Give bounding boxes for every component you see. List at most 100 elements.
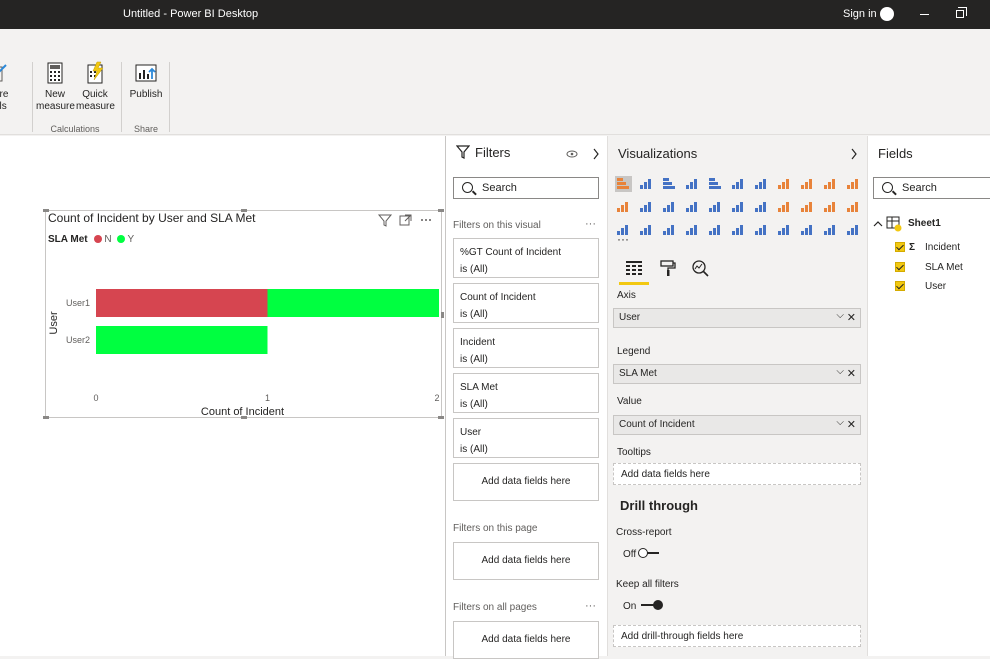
add-all-pages-filter-dropzone[interactable]: Add data fields here — [453, 621, 599, 659]
more-visuals-icon[interactable]: ··· — [617, 232, 629, 246]
visual-type-icon[interactable] — [686, 179, 697, 189]
visual-type-icon[interactable] — [732, 225, 743, 235]
active-tab-indicator — [619, 282, 649, 285]
visual-type-icon[interactable] — [732, 202, 743, 212]
fields-pane: Fields Search Sheet1 Σ Incident SLA Met … — [867, 136, 990, 656]
collapse-filters-icon[interactable] — [592, 148, 600, 160]
visual-type-icon[interactable] — [640, 202, 651, 212]
chevron-down-icon[interactable]: ⌵ — [836, 417, 844, 428]
visual-type-icon[interactable] — [824, 179, 835, 189]
visual-type-icon[interactable] — [847, 225, 858, 235]
restore-icon[interactable] — [956, 7, 967, 18]
visual-type-icon[interactable] — [801, 179, 812, 189]
visual-type-icon[interactable] — [778, 179, 789, 189]
visual-type-icon[interactable] — [778, 225, 789, 235]
visual-type-icon[interactable] — [801, 202, 812, 212]
visual-type-icon[interactable] — [755, 179, 766, 189]
filters-on-visual-label: Filters on this visual — [453, 220, 541, 231]
field-name[interactable]: User — [925, 281, 946, 292]
visual-type-icon[interactable] — [640, 225, 651, 235]
field-checkbox[interactable] — [895, 262, 905, 272]
format-paint-roller-icon[interactable] — [659, 259, 677, 277]
field-checkbox[interactable] — [895, 281, 905, 291]
visual-type-icon[interactable] — [847, 179, 858, 189]
axis-field-pill[interactable]: User ⌵ ✕ — [613, 308, 861, 328]
ribbon-separator — [169, 62, 170, 132]
more-visuals-label-2: als — [0, 101, 7, 112]
visual-type-icon[interactable] — [824, 202, 835, 212]
drill-through-dropzone[interactable]: Add drill-through fields here — [613, 625, 861, 647]
filters-title: Filters — [475, 145, 511, 160]
visual-type-icon[interactable] — [709, 225, 720, 235]
minimize-icon[interactable] — [920, 14, 929, 15]
publish-button[interactable]: Publish — [127, 61, 165, 101]
new-measure-button[interactable]: New measure — [36, 61, 75, 113]
filter-card[interactable]: Incident is (All) — [453, 328, 599, 368]
resize-handle[interactable] — [441, 312, 444, 318]
more-visuals-button[interactable]: ore als — [0, 61, 14, 113]
visual-type-icon[interactable] — [778, 202, 789, 212]
bar-chart-visual[interactable]: Count of Incident by User and SLA Met SL… — [43, 209, 444, 419]
filter-card[interactable]: SLA Met is (All) — [453, 373, 599, 413]
tooltips-well-label: Tooltips — [617, 447, 651, 458]
filter-card[interactable]: Count of Incident is (All) — [453, 283, 599, 323]
analytics-magnifier-icon[interactable] — [691, 259, 709, 277]
chevron-down-icon[interactable]: ⌵ — [836, 366, 844, 377]
report-canvas[interactable]: Count of Incident by User and SLA Met SL… — [0, 136, 445, 656]
table-icon — [886, 216, 902, 232]
chevron-down-icon[interactable]: ⌵ — [836, 310, 844, 321]
value-well-label: Value — [617, 396, 642, 407]
table-name[interactable]: Sheet1 — [908, 218, 941, 229]
value-field-pill[interactable]: Count of Incident ⌵ ✕ — [613, 415, 861, 435]
filter-card[interactable]: %GT Count of Incident is (All) — [453, 238, 599, 278]
keep-filters-toggle[interactable]: On — [623, 600, 664, 612]
more-options-icon[interactable]: ··· — [585, 218, 596, 230]
field-checkbox[interactable] — [895, 242, 905, 252]
visual-type-icon[interactable] — [686, 202, 697, 212]
visual-type-icon[interactable] — [686, 225, 697, 235]
sign-in-link[interactable]: Sign in — [843, 8, 877, 20]
visual-type-icon[interactable] — [824, 225, 835, 235]
filter-card[interactable]: User is (All) — [453, 418, 599, 458]
tooltips-dropzone[interactable]: Add data fields here — [613, 463, 861, 485]
visual-type-icon[interactable] — [755, 202, 766, 212]
collapse-visualizations-icon[interactable] — [850, 148, 858, 160]
filters-search-input[interactable]: Search — [453, 177, 599, 199]
close-icon[interactable]: ✕ — [847, 311, 856, 324]
visual-type-icon[interactable] — [640, 179, 651, 189]
close-icon[interactable]: ✕ — [847, 418, 856, 431]
visual-type-icon[interactable] — [663, 202, 674, 212]
bar-user1-y[interactable] — [267, 289, 440, 317]
visual-type-gallery[interactable] — [615, 176, 865, 236]
visual-type-icon[interactable] — [732, 179, 743, 189]
add-visual-filter-dropzone[interactable]: Add data fields here — [453, 463, 599, 501]
field-name[interactable]: SLA Met — [925, 262, 963, 273]
more-options-icon[interactable]: ··· — [585, 600, 596, 612]
filter-field-name: Incident — [460, 337, 496, 348]
visual-type-icon[interactable] — [847, 202, 858, 212]
visual-type-icon[interactable] — [755, 225, 766, 235]
axis-field-value: User — [619, 312, 641, 323]
visual-type-icon[interactable] — [801, 225, 812, 235]
filter-field-name: User — [460, 427, 482, 438]
add-page-filter-dropzone[interactable]: Add data fields here — [453, 542, 599, 580]
eye-icon[interactable] — [566, 149, 578, 159]
visual-type-icon[interactable] — [617, 202, 628, 212]
cross-report-toggle[interactable]: Off — [623, 548, 660, 560]
visual-type-icon[interactable] — [709, 202, 720, 212]
avatar[interactable] — [880, 7, 894, 21]
bar-user1-n[interactable] — [96, 289, 268, 317]
bar-user2-y[interactable] — [96, 326, 268, 354]
quick-measure-button[interactable]: Quick measure — [76, 61, 115, 113]
ribbon: ore als New measure Quick measure Calcul… — [0, 29, 990, 135]
fields-tab-icon[interactable] — [625, 259, 643, 277]
legend-field-pill[interactable]: SLA Met ⌵ ✕ — [613, 364, 861, 384]
fields-search-input[interactable]: Search — [873, 177, 990, 199]
visual-type-icon[interactable] — [663, 225, 674, 235]
visual-type-icon[interactable] — [615, 176, 632, 192]
field-name[interactable]: Incident — [925, 242, 960, 253]
close-icon[interactable]: ✕ — [847, 367, 856, 380]
visual-type-icon[interactable] — [709, 178, 721, 189]
visual-type-icon[interactable] — [663, 178, 675, 189]
chevron-up-icon[interactable] — [873, 220, 883, 228]
